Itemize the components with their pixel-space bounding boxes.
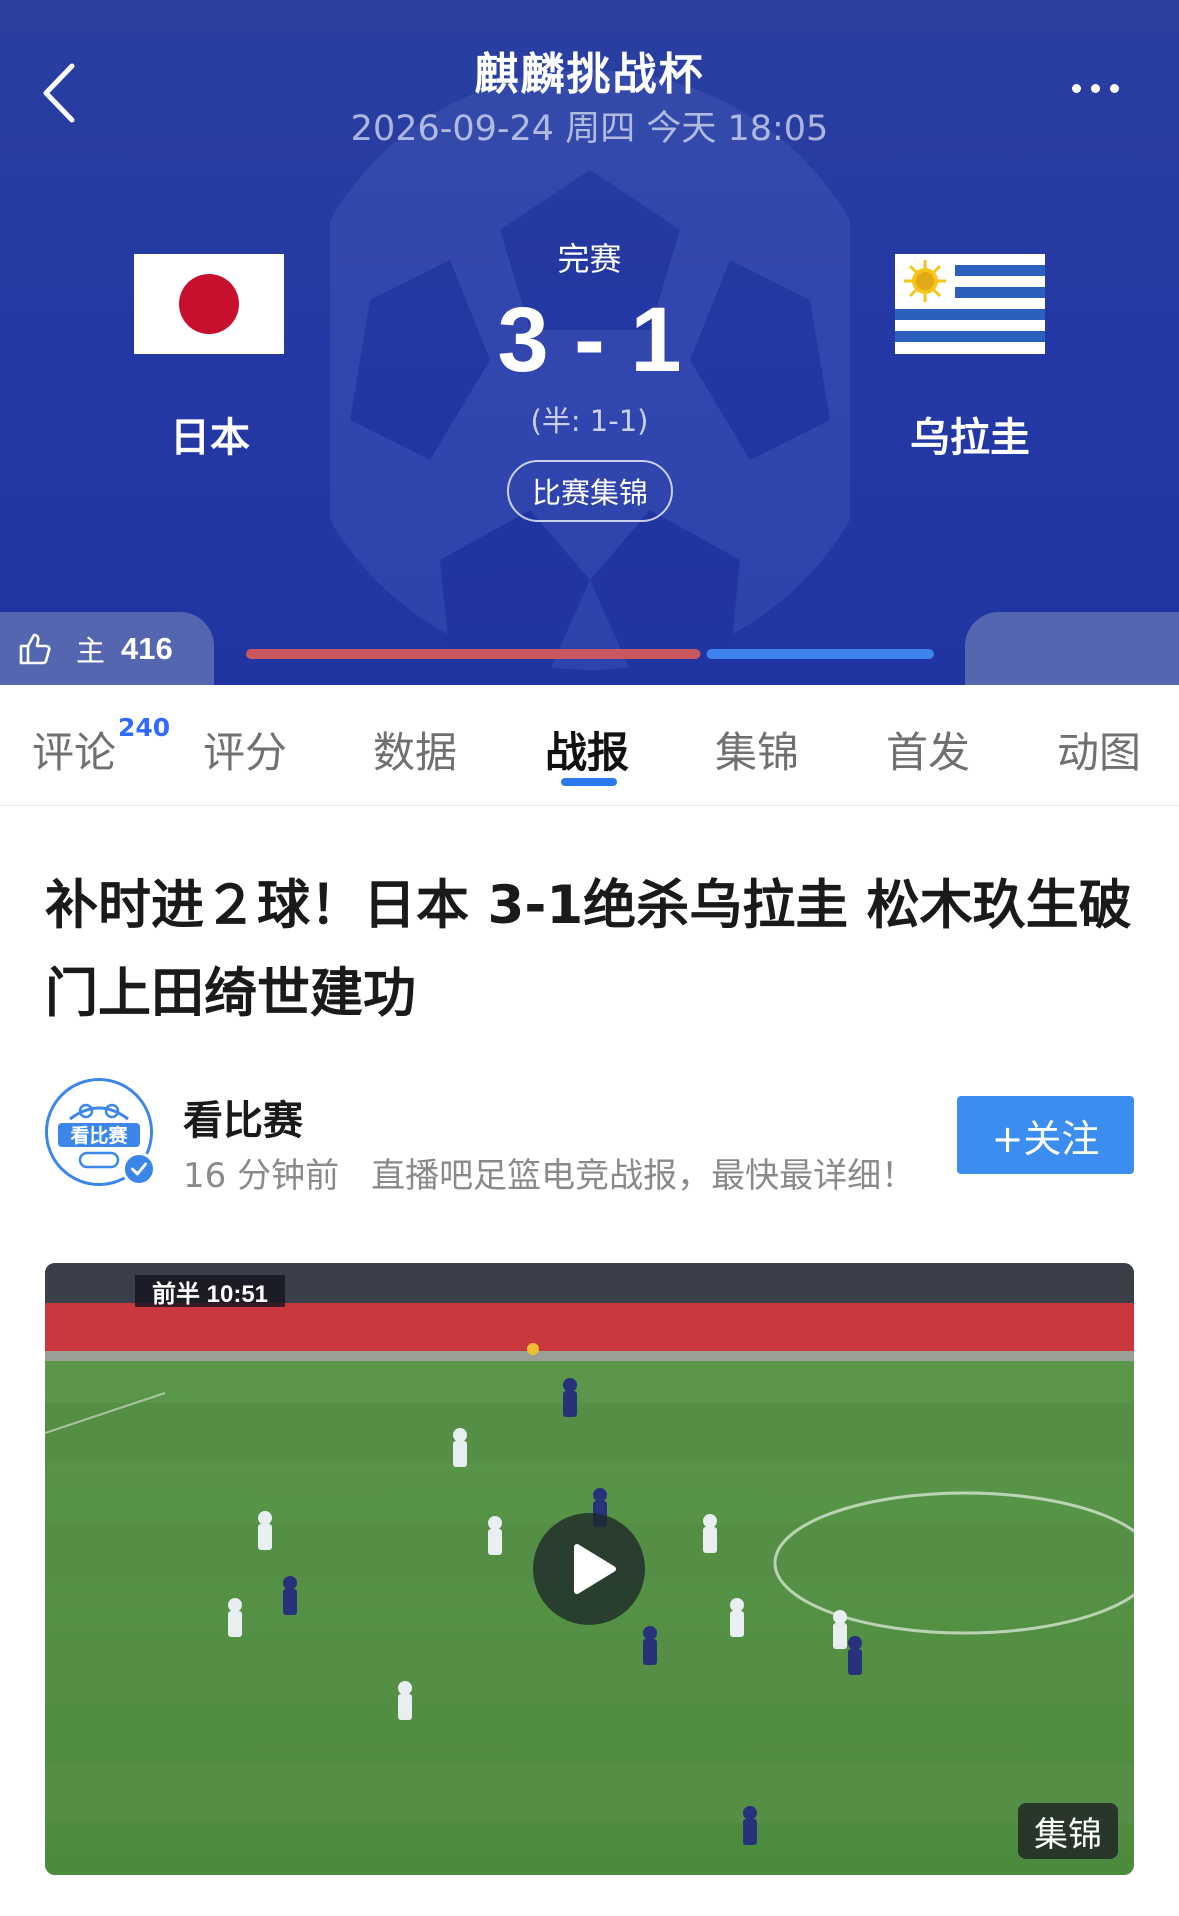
publish-time: 16 分钟前 <box>183 1156 340 1196</box>
svg-text:看比赛: 看比赛 <box>69 1124 128 1147</box>
article-title: 补时进２球！日本 3-1绝杀乌拉圭 松木玖生破门上田绮世建功 <box>45 875 1132 1024</box>
tab-lineups[interactable]: 首发 <box>886 719 970 780</box>
author-meta: 16 分钟前 直播吧足篮电竞战报，最快最详细！ <box>183 1148 915 1197</box>
match-score: 3 - 1 <box>497 289 682 391</box>
author-description: 直播吧足篮电竞战报，最快最详细！ <box>371 1156 916 1196</box>
match-header: 麒麟挑战杯 2026-09-24 周四 今天 18:05 日本 乌拉圭 完赛 3… <box>0 0 1179 685</box>
thumbs-up-icon <box>19 633 51 664</box>
comment-count-badge: 240 <box>118 713 171 742</box>
verified-icon <box>122 1152 156 1186</box>
tab-highlights[interactable]: 集锦 <box>715 719 799 780</box>
vote-bar-away <box>706 649 934 659</box>
tab-report[interactable]: 战报 <box>545 719 629 780</box>
match-datetime: 2026-09-24 周四 今天 18:05 <box>350 109 829 149</box>
home-like-button[interactable]: 主 416 <box>0 612 214 685</box>
tab-comments[interactable]: 评论240 <box>32 713 170 780</box>
author-name[interactable]: 看比赛 <box>183 1088 303 1146</box>
tab-gifs[interactable]: 动图 <box>1057 719 1141 780</box>
play-icon <box>574 1544 616 1594</box>
tab-stats[interactable]: 数据 <box>373 719 457 780</box>
play-button[interactable] <box>533 1513 645 1625</box>
halftime-score: (半: 1-1) <box>530 404 649 438</box>
home-like-count: 416 <box>121 630 173 666</box>
video-player[interactable]: 前半 10:51 集锦 <box>45 1263 1134 1875</box>
vote-split-bar <box>246 649 934 659</box>
home-side-label: 主 <box>76 633 106 668</box>
follow-button[interactable]: +关注 <box>957 1096 1134 1174</box>
tab-bar: 评论240 评分 数据 战报 集锦 首发 动图 <box>0 685 1179 806</box>
video-highlights-tag: 集锦 <box>1018 1803 1118 1859</box>
competition-title: 麒麟挑战杯 <box>474 49 705 100</box>
away-like-button[interactable] <box>965 612 1179 685</box>
video-match-clock: 前半 10:51 <box>135 1275 285 1308</box>
highlights-button[interactable]: 比赛集锦 <box>507 460 673 522</box>
match-status: 完赛 <box>557 240 622 278</box>
tab-ratings[interactable]: 评分 <box>203 719 287 780</box>
active-tab-indicator <box>561 778 617 786</box>
vote-bar-home <box>246 649 701 659</box>
